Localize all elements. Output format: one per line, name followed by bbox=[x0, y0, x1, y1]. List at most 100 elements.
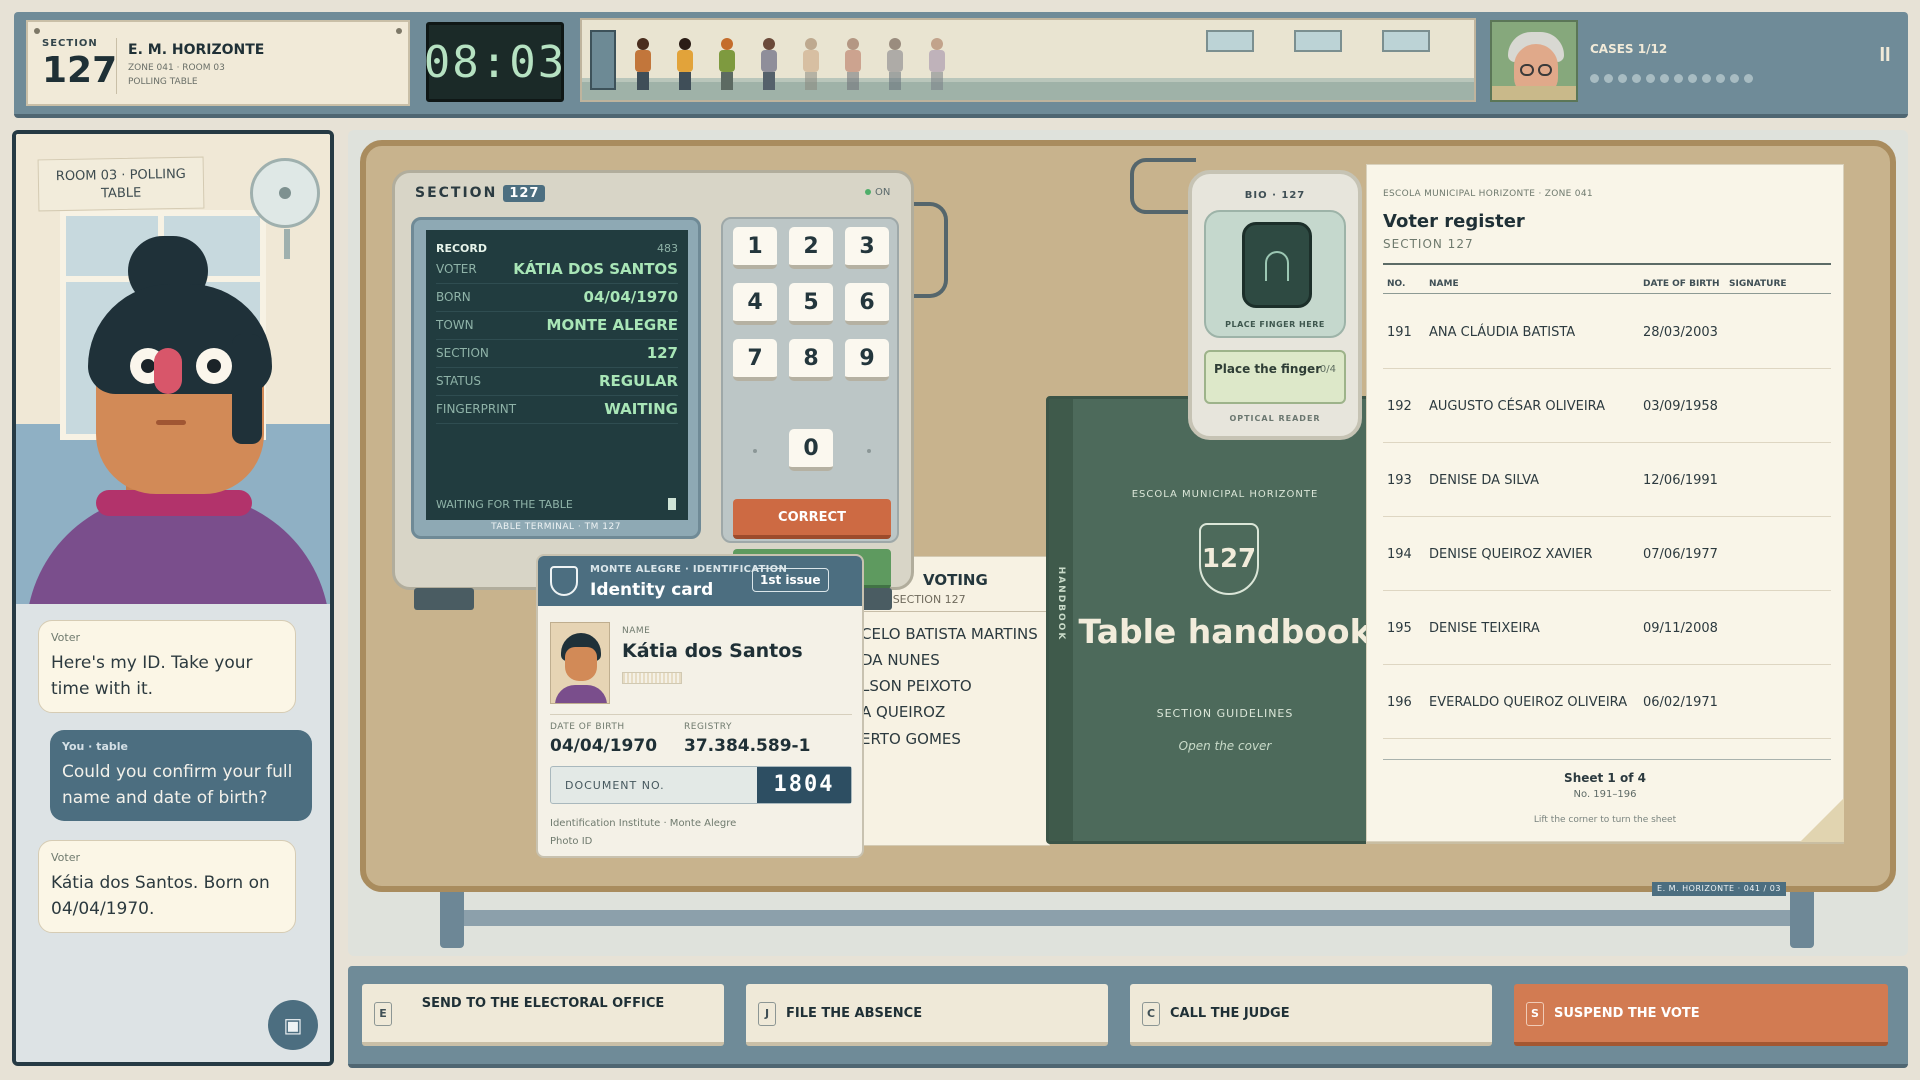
shortcut-key: S bbox=[1526, 1002, 1544, 1026]
key-1[interactable]: 1 bbox=[733, 227, 777, 269]
terminal-screen-frame: RECORD 483 VOTER KÁTIA DOS SANTOS BORN 04/… bbox=[411, 217, 701, 539]
judge-collar bbox=[1492, 86, 1576, 100]
case-dot bbox=[1688, 74, 1697, 83]
key-0[interactable]: 0 bbox=[789, 429, 833, 471]
register-org: ESCOLA MUNICIPAL HORIZONTE · ZONE 041 bbox=[1383, 189, 1593, 199]
bio-hint: PLACE FINGER HERE bbox=[1225, 320, 1325, 329]
case-dot bbox=[1730, 74, 1739, 83]
divider bbox=[116, 38, 117, 94]
table-handbook[interactable]: HANDBOOK ESCOLA MUNICIPAL HORIZONTE 127 … bbox=[1046, 396, 1374, 844]
id-registry-label: REGISTRY bbox=[684, 722, 732, 732]
queue-person[interactable] bbox=[632, 38, 654, 90]
column-header: NO. bbox=[1387, 279, 1406, 289]
id-institute: Identification Institute · Monte Alegre bbox=[550, 818, 737, 829]
register-row[interactable]: 193 DENISE DA SILVA 12/06/1991 bbox=[1383, 443, 1831, 517]
case-dot bbox=[1604, 74, 1613, 83]
chat-speaker: Voter bbox=[51, 631, 81, 644]
case-dot bbox=[1646, 74, 1655, 83]
desk-tag: E. M. HORIZONTE · 041 / 03 bbox=[1652, 882, 1786, 896]
register-dob: 09/11/2008 bbox=[1643, 621, 1718, 636]
key-3[interactable]: 3 bbox=[845, 227, 889, 269]
school-name: E. M. HORIZONTE bbox=[128, 42, 265, 58]
register-no: 195 bbox=[1387, 621, 1412, 636]
register-dob: 28/03/2003 bbox=[1643, 325, 1718, 340]
register-row[interactable]: 194 DENISE QUEIROZ XAVIER 07/06/1977 bbox=[1383, 517, 1831, 591]
queue-person[interactable] bbox=[884, 38, 906, 90]
table-label: POLLING TABLE bbox=[128, 77, 198, 87]
section-plate: SECTION 127 E. M. HORIZONTE ZONE 041 · R… bbox=[26, 20, 410, 106]
column-header: NAME bbox=[1429, 279, 1459, 289]
action-label: FILE THE ABSENCE bbox=[786, 1006, 923, 1021]
file-absence-button[interactable]: J FILE THE ABSENCE bbox=[746, 984, 1108, 1046]
shortcut-key: J bbox=[758, 1002, 776, 1026]
queue-person[interactable] bbox=[758, 38, 780, 90]
register-row[interactable]: 192 AUGUSTO CÉSAR OLIVEIRA 03/09/1958 bbox=[1383, 369, 1831, 443]
case-dot bbox=[1744, 74, 1753, 83]
register-dob: 06/02/1971 bbox=[1643, 695, 1718, 710]
voter-register[interactable]: ESCOLA MUNICIPAL HORIZONTE · ZONE 041 Vo… bbox=[1366, 164, 1844, 842]
register-sheet: Sheet 1 of 4 bbox=[1564, 771, 1646, 785]
screen-key: TOWN bbox=[436, 318, 474, 332]
desk-leg bbox=[1790, 888, 1814, 948]
queue-person[interactable] bbox=[716, 38, 738, 90]
queue-person[interactable] bbox=[800, 38, 822, 90]
clock: 08:03 bbox=[424, 22, 564, 102]
screen-row-status: STATUS REGULAR bbox=[436, 370, 678, 396]
chat-bubble-icon[interactable]: ▣ bbox=[268, 1000, 318, 1050]
action-label: SUSPEND THE VOTE bbox=[1554, 1006, 1700, 1021]
key-7[interactable]: 7 bbox=[733, 339, 777, 381]
queue-person[interactable] bbox=[674, 38, 696, 90]
page-corner[interactable] bbox=[1800, 798, 1844, 842]
table-terminal: SECTION 127 ON RECORD 483 VOTER KÁTIA DOS … bbox=[392, 170, 914, 590]
judge-avatar[interactable] bbox=[1490, 20, 1578, 102]
register-row[interactable]: 195 DENISE TEIXEIRA 09/11/2008 bbox=[1383, 591, 1831, 665]
screen-key: VOTER bbox=[436, 262, 477, 276]
key-4[interactable]: 4 bbox=[733, 283, 777, 325]
register-row[interactable]: 191 ANA CLÁUDIA BATISTA 28/03/2003 bbox=[1383, 295, 1831, 369]
send-to-electoral-office-button[interactable]: E SEND TO THE ELECTORAL OFFICE bbox=[362, 984, 724, 1046]
queue-window bbox=[1382, 30, 1430, 52]
screen-key: SECTION bbox=[436, 346, 489, 360]
voter-nose bbox=[154, 348, 182, 394]
key-8[interactable]: 8 bbox=[789, 339, 833, 381]
screen-row-born: BORN 04/04/1970 bbox=[436, 286, 678, 312]
screen-waiting-text: WAITING FOR THE TABLE bbox=[436, 498, 573, 511]
bio-status: Place the finger 0/4 bbox=[1204, 350, 1346, 404]
register-no: 192 bbox=[1387, 399, 1412, 414]
voter-eye bbox=[196, 348, 232, 384]
pause-button[interactable]: II bbox=[1872, 40, 1898, 70]
action-label: SEND TO THE ELECTORAL OFFICE bbox=[421, 996, 665, 1011]
screen-value: 127 bbox=[646, 344, 678, 362]
shortcut-key: C bbox=[1142, 1002, 1160, 1026]
terminal-screen: RECORD 483 VOTER KÁTIA DOS SANTOS BORN 04/… bbox=[426, 230, 688, 520]
zone-room: ZONE 041 · ROOM 03 bbox=[128, 63, 225, 73]
key-2[interactable]: 2 bbox=[789, 227, 833, 269]
suspend-vote-button[interactable]: S SUSPEND THE VOTE bbox=[1514, 984, 1888, 1046]
key-5[interactable]: 5 bbox=[789, 283, 833, 325]
register-name: ANA CLÁUDIA BATISTA bbox=[1429, 325, 1576, 340]
identity-card[interactable]: MONTE ALEGRE · IDENTIFICATION Identity c… bbox=[536, 554, 864, 858]
key-9[interactable]: 9 bbox=[845, 339, 889, 381]
screw-dot bbox=[34, 28, 40, 34]
glasses-icon bbox=[1538, 64, 1552, 76]
chat-text: Here's my ID. Take your time with it. bbox=[51, 653, 253, 699]
correct-button[interactable]: CORRECT bbox=[733, 499, 891, 539]
column-header: SIGNATURE bbox=[1729, 279, 1787, 289]
bio-reader-label: OPTICAL READER bbox=[1229, 414, 1321, 423]
screen-value: 04/04/1970 bbox=[583, 288, 678, 306]
queue-person[interactable] bbox=[926, 38, 948, 90]
section-number: 127 bbox=[42, 50, 118, 91]
register-no: 193 bbox=[1387, 473, 1412, 488]
handbook-crest: 127 bbox=[1199, 523, 1259, 595]
fingerprint-icon[interactable] bbox=[1242, 222, 1312, 308]
bio-progress: 0/4 bbox=[1319, 364, 1336, 375]
queue-person[interactable] bbox=[842, 38, 864, 90]
register-row[interactable]: 196 EVERALDO QUEIROZ OLIVEIRA 06/02/1971 bbox=[1383, 665, 1831, 739]
door-icon bbox=[590, 30, 616, 90]
call-judge-button[interactable]: C CALL THE JUDGE bbox=[1130, 984, 1492, 1046]
queue-window bbox=[1206, 30, 1254, 52]
key-6[interactable]: 6 bbox=[845, 283, 889, 325]
action-label: CALL THE JUDGE bbox=[1170, 1006, 1290, 1021]
register-name: DENISE QUEIROZ XAVIER bbox=[1429, 547, 1593, 562]
screen-key: BORN bbox=[436, 290, 471, 304]
